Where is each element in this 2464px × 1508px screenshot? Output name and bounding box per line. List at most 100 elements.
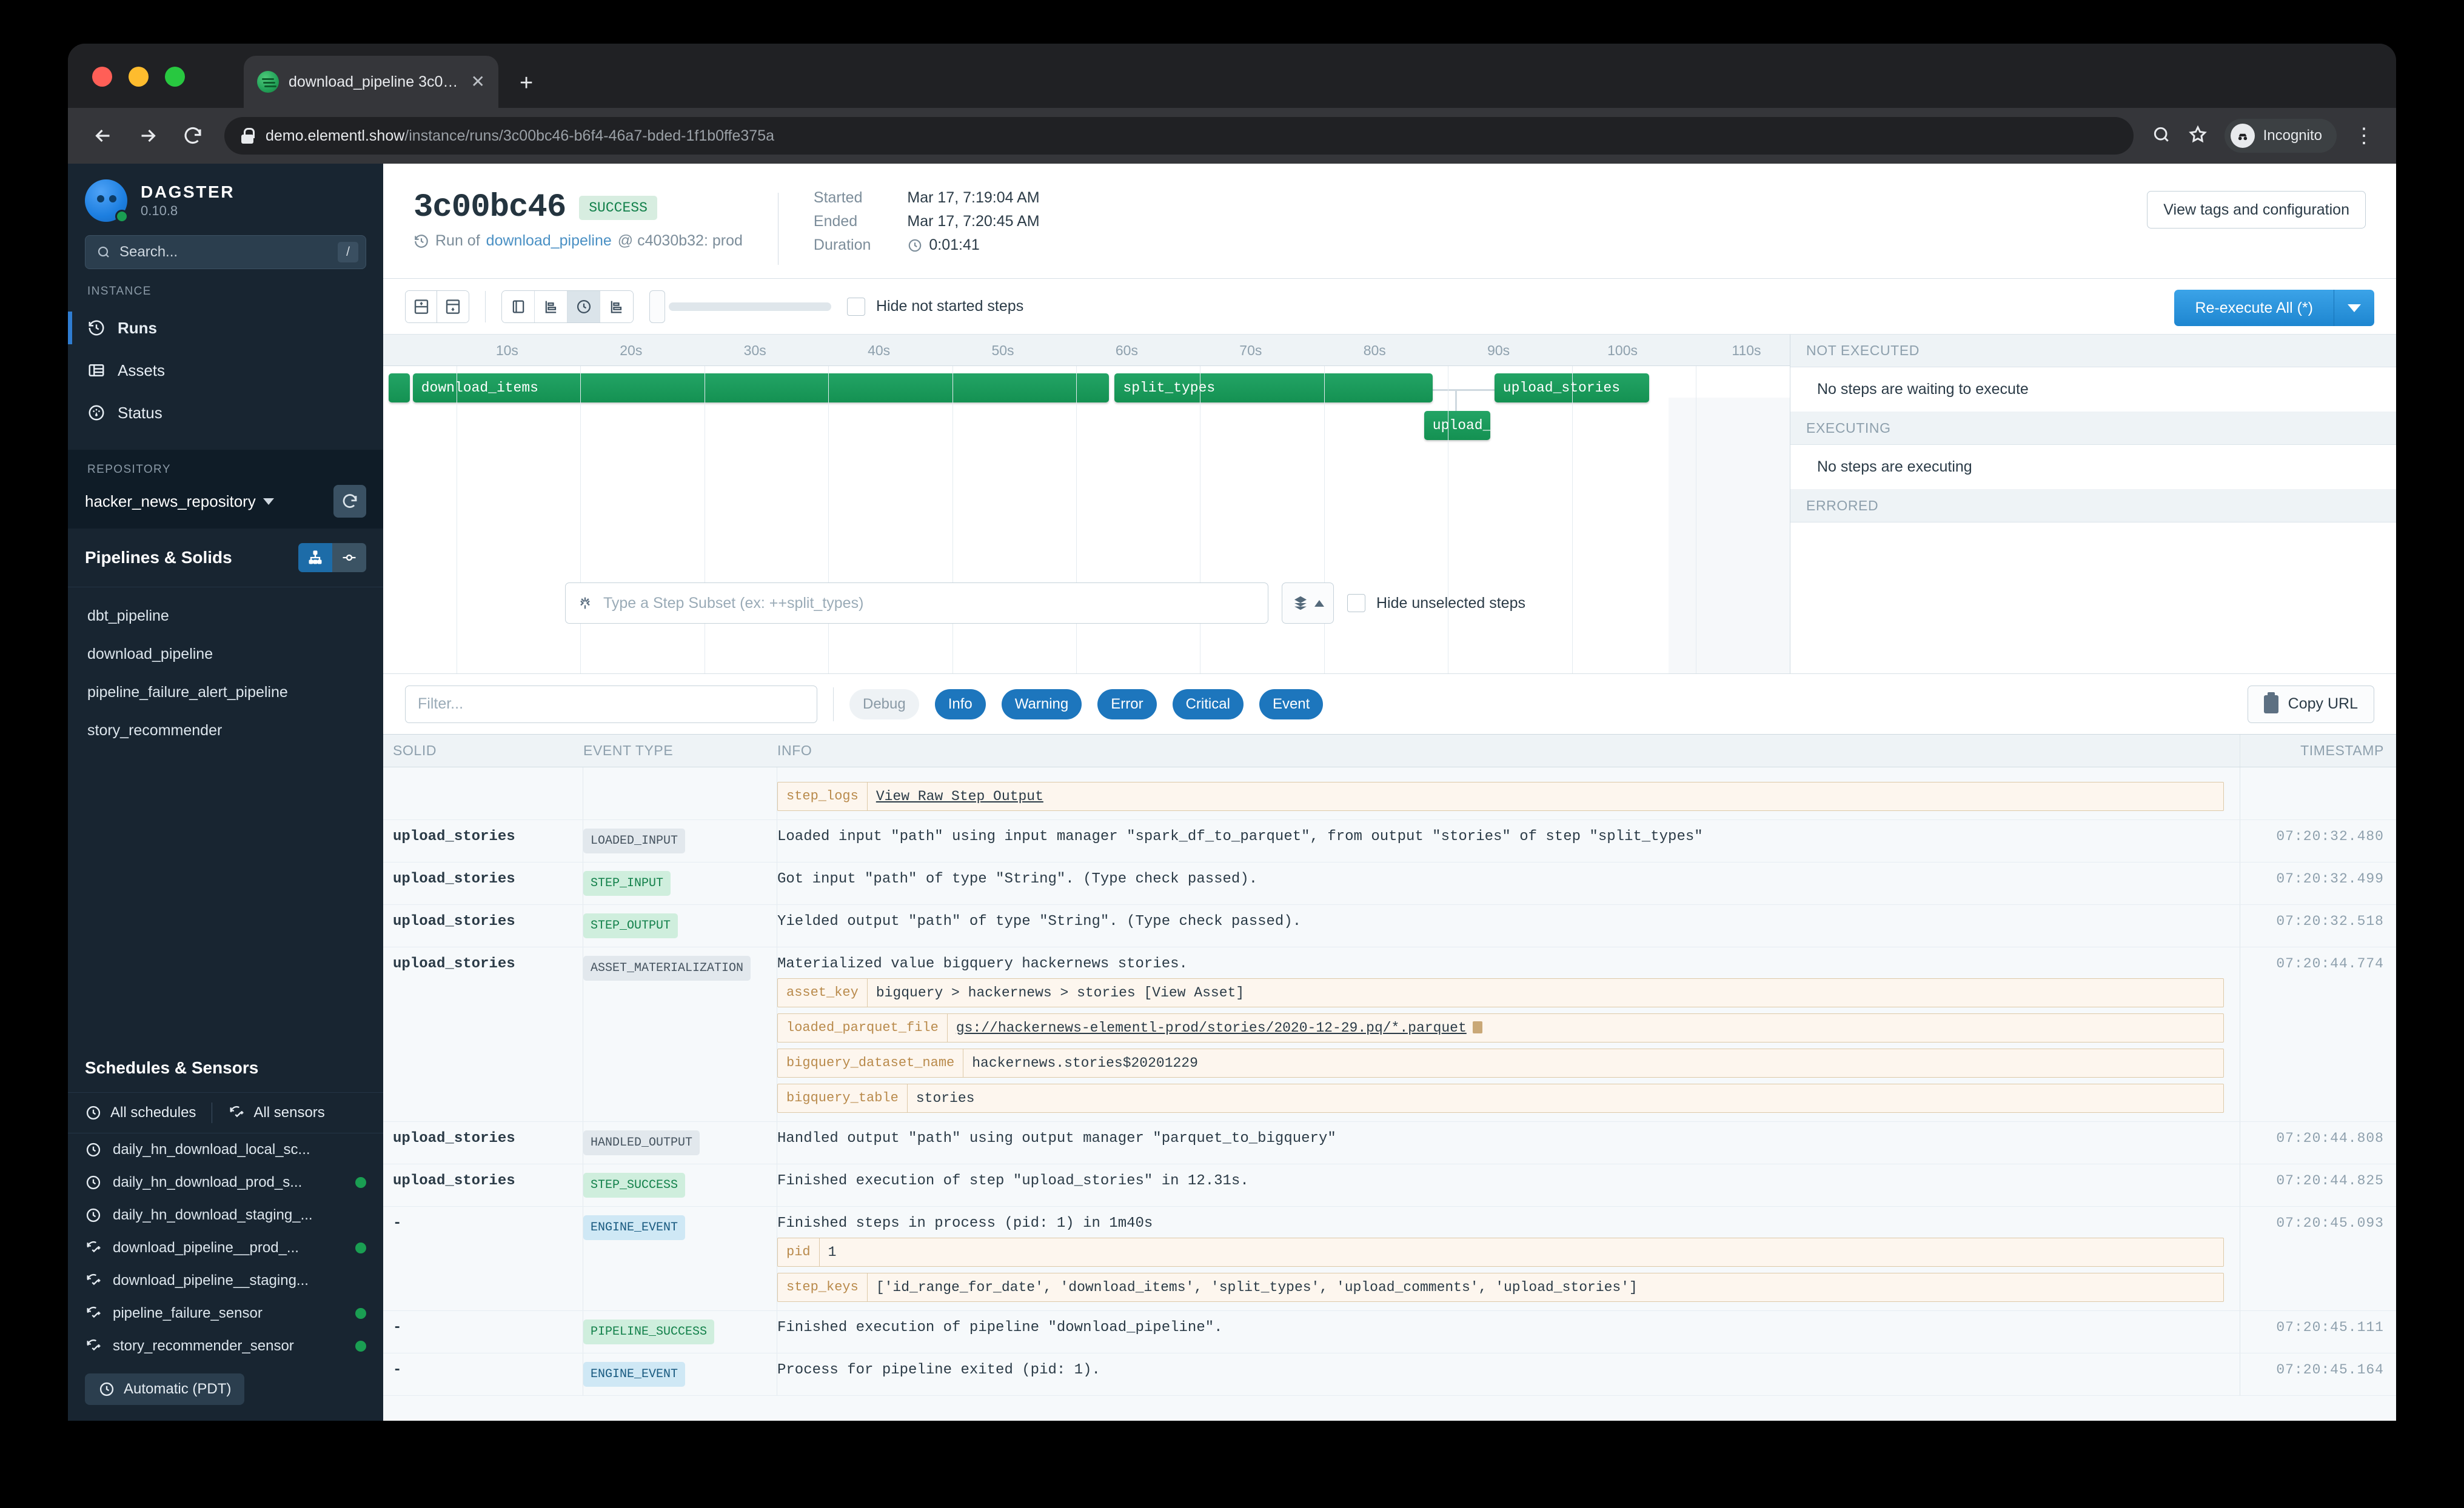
- slider-handle[interactable]: [649, 290, 665, 323]
- metadata-value[interactable]: View Raw Step Output: [868, 782, 2223, 810]
- log-level-debug[interactable]: Debug: [849, 689, 919, 719]
- collapse-expand-buttons[interactable]: [405, 290, 469, 323]
- metadata-link[interactable]: View Raw Step Output: [876, 789, 1043, 804]
- search-input[interactable]: Search... /: [85, 235, 366, 269]
- sidebar-item-assets[interactable]: Assets: [85, 349, 366, 392]
- reload-repository-button[interactable]: [333, 485, 366, 518]
- copy-icon[interactable]: [1472, 1021, 1482, 1033]
- log-level-info[interactable]: Info: [934, 689, 986, 719]
- list-item[interactable]: story_recommender_sensor: [68, 1330, 383, 1363]
- window-traffic-lights[interactable]: [92, 67, 185, 87]
- status-badge: [355, 1341, 366, 1352]
- close-tab-icon[interactable]: ✕: [471, 73, 485, 90]
- gantt-bar[interactable]: upload_c: [1424, 411, 1490, 440]
- all-sensors-link[interactable]: All sensors: [228, 1104, 325, 1121]
- expand-all-icon[interactable]: [406, 290, 437, 322]
- zoom-slider[interactable]: [649, 290, 831, 323]
- toggle-solids-icon[interactable]: [332, 543, 366, 572]
- gauge-icon: [89, 405, 104, 421]
- checkbox[interactable]: [847, 297, 865, 316]
- metadata-value[interactable]: gs://hackernews-elementl-prod/stories/20…: [948, 1014, 2223, 1042]
- new-tab-button[interactable]: +: [520, 72, 533, 95]
- list-item[interactable]: download_pipeline__prod_...: [68, 1232, 383, 1264]
- browser-menu-icon[interactable]: ⋮: [2354, 125, 2374, 146]
- browser-tab[interactable]: download_pipeline 3c00bc46 ✕: [244, 56, 498, 108]
- sidebar-top: DAGSTER 0.10.8 Search... / INSTANCE Runs: [68, 164, 383, 434]
- layers-button[interactable]: [1282, 582, 1334, 624]
- list-item-label: download_pipeline__prod_...: [113, 1239, 299, 1256]
- back-icon[interactable]: [90, 122, 116, 149]
- re-execute-group[interactable]: Re-execute All (*): [2174, 290, 2374, 326]
- duration-label: Duration: [813, 236, 871, 253]
- incognito-indicator[interactable]: Incognito: [2224, 119, 2337, 153]
- list-item[interactable]: download_pipeline__staging...: [68, 1264, 383, 1297]
- re-execute-dropdown-button[interactable]: [2334, 290, 2374, 326]
- copy-url-button[interactable]: Copy URL: [2247, 685, 2374, 723]
- pipeline-link[interactable]: download_pipeline: [486, 232, 612, 250]
- repository-name[interactable]: hacker_news_repository: [85, 492, 274, 511]
- log-level-warning[interactable]: Warning: [1001, 689, 1082, 719]
- event-type-badge: ENGINE_EVENT: [583, 1215, 686, 1240]
- reload-icon[interactable]: [179, 122, 206, 149]
- address-bar[interactable]: demo.elementl.show/instance/runs/3c00bc4…: [224, 117, 2134, 155]
- gantt-mode-toggle[interactable]: [501, 290, 634, 323]
- mode-time-icon[interactable]: [567, 290, 600, 322]
- table-row[interactable]: step_logs View Raw Step Output: [383, 767, 2396, 820]
- metadata-link[interactable]: gs://hackernews-elementl-prod/stories/20…: [956, 1020, 1467, 1036]
- pipeline-list-item[interactable]: download_pipeline: [68, 635, 383, 673]
- hide-unselected-steps-toggle[interactable]: Hide unselected steps: [1347, 594, 1525, 612]
- table-row[interactable]: upload_stories LOADED_INPUT Loaded input "…: [383, 820, 2396, 862]
- gantt-bar[interactable]: split_types: [1114, 373, 1433, 402]
- list-item[interactable]: daily_hn_download_staging_...: [68, 1199, 383, 1232]
- checkbox[interactable]: [1347, 594, 1365, 612]
- table-row[interactable]: upload_stories HANDLED_OUTPUT Handled outp…: [383, 1122, 2396, 1164]
- list-item[interactable]: daily_hn_download_prod_s...: [68, 1166, 383, 1199]
- log-level-critical[interactable]: Critical: [1172, 689, 1244, 719]
- table-row[interactable]: - ENGINE_EVENT Finished steps in process (…: [383, 1207, 2396, 1311]
- mode-flat-icon[interactable]: [502, 290, 535, 322]
- pipeline-list-item[interactable]: dbt_pipeline: [68, 597, 383, 635]
- forward-icon[interactable]: [135, 122, 161, 149]
- bookmark-star-icon[interactable]: [2188, 125, 2208, 147]
- pipeline-list-item[interactable]: pipeline_failure_alert_pipeline: [68, 673, 383, 712]
- table-row[interactable]: - PIPELINE_SUCCESS Finished execution of p…: [383, 1311, 2396, 1353]
- table-row[interactable]: upload_stories STEP_INPUT Got input "path"…: [383, 862, 2396, 905]
- pipelines-view-toggle[interactable]: [298, 543, 366, 572]
- zoom-search-icon[interactable]: [2152, 125, 2171, 147]
- brand[interactable]: DAGSTER 0.10.8: [85, 179, 366, 223]
- step-subset-input[interactable]: Type a Step Subset (ex: ++split_types): [565, 582, 1268, 624]
- toggle-pipelines-icon[interactable]: [298, 543, 332, 572]
- log-filter-input[interactable]: Filter...: [405, 685, 817, 723]
- cell-info: Finished execution of step "upload_stori…: [777, 1164, 2240, 1206]
- slider-track[interactable]: [669, 302, 831, 311]
- close-window-button[interactable]: [92, 67, 112, 87]
- timezone-button[interactable]: Automatic (PDT): [85, 1373, 245, 1405]
- mode-waterfall-icon[interactable]: [535, 290, 567, 322]
- minimize-window-button[interactable]: [129, 67, 149, 87]
- table-row[interactable]: upload_stories ASSET_MATERIALIZATION Mater…: [383, 947, 2396, 1122]
- cell-timestamp: [2240, 767, 2396, 819]
- sidebar-item-runs[interactable]: Runs: [68, 307, 366, 349]
- log-level-event[interactable]: Event: [1259, 689, 1324, 719]
- view-tags-and-configuration-button[interactable]: View tags and configuration: [2147, 191, 2366, 229]
- mode-bars-icon[interactable]: [600, 290, 633, 322]
- gantt-bar[interactable]: [389, 373, 410, 402]
- table-row[interactable]: upload_stories STEP_OUTPUT Yielded output …: [383, 905, 2396, 947]
- collapse-all-icon[interactable]: [437, 290, 469, 322]
- table-row[interactable]: upload_stories STEP_SUCCESS Finished execu…: [383, 1164, 2396, 1207]
- table-row[interactable]: - ENGINE_EVENT Process for pipeline exited…: [383, 1353, 2396, 1396]
- metadata-key: loaded_parquet_file: [778, 1014, 948, 1042]
- gridline: [828, 366, 829, 673]
- gantt-bar[interactable]: download_items: [412, 373, 1110, 402]
- list-item[interactable]: pipeline_failure_sensor: [68, 1297, 383, 1330]
- list-item[interactable]: daily_hn_download_local_sc...: [68, 1133, 383, 1166]
- hide-not-started-steps-toggle[interactable]: Hide not started steps: [847, 297, 1023, 316]
- sidebar-item-status[interactable]: Status: [85, 392, 366, 434]
- log-level-error[interactable]: Error: [1097, 689, 1157, 719]
- all-schedules-link[interactable]: All schedules: [85, 1104, 196, 1121]
- repository-picker[interactable]: REPOSITORY hacker_news_repository: [68, 450, 383, 529]
- re-execute-all-button[interactable]: Re-execute All (*): [2174, 290, 2334, 326]
- pipeline-list-item[interactable]: story_recommender: [68, 712, 383, 750]
- maximize-window-button[interactable]: [165, 67, 185, 87]
- log-table[interactable]: SOLID EVENT TYPE INFO TIMESTAMP step_log…: [383, 735, 2396, 1421]
